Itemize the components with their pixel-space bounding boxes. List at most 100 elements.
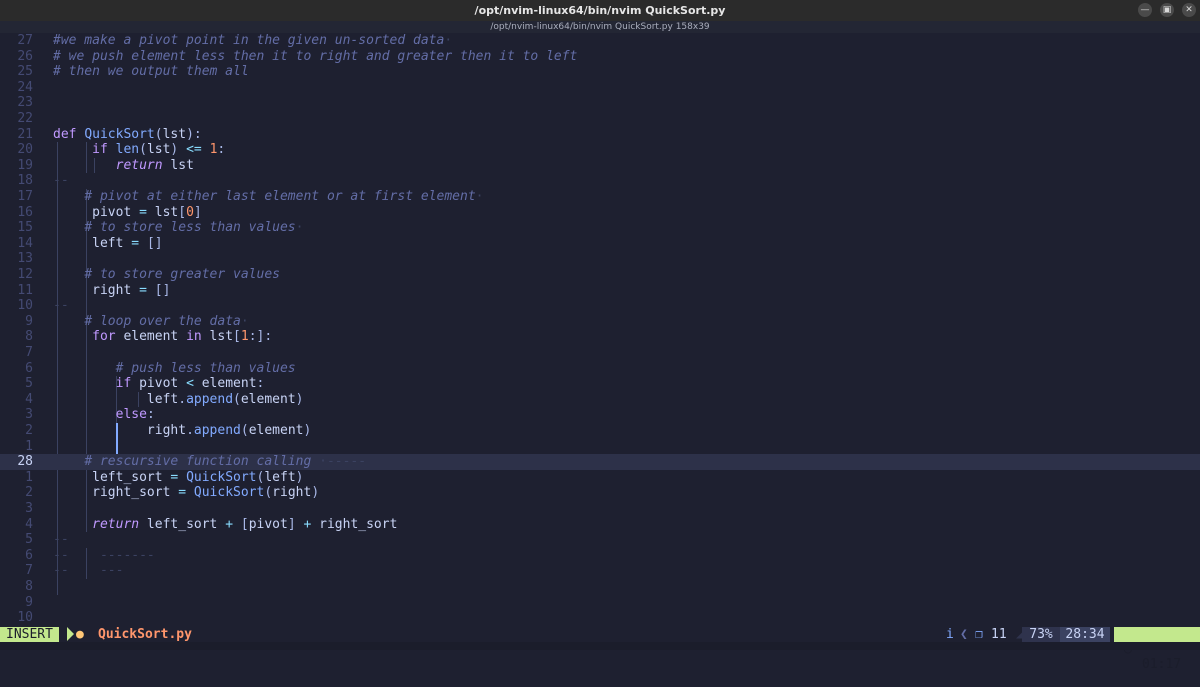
- line-number: 13: [17, 251, 33, 267]
- code-text[interactable]: # loop over the data·: [53, 314, 248, 330]
- code-line[interactable]: 15 # to store less than values·: [0, 220, 1200, 236]
- code-line[interactable]: 9: [0, 595, 1200, 611]
- code-line[interactable]: 1 left_sort = QuickSort(left): [0, 470, 1200, 486]
- code-text[interactable]: else:: [53, 407, 155, 423]
- code-line[interactable]: 13: [0, 251, 1200, 267]
- status-line: INSERT ● QuickSort.py i ❮ ❐ 11 ◢ 73% 28:…: [0, 627, 1200, 672]
- code-line[interactable]: 6 # push less than values: [0, 361, 1200, 377]
- code-line[interactable]: 12 # to store greater values: [0, 267, 1200, 283]
- code-line[interactable]: 26 # we push element less then it to righ…: [0, 49, 1200, 65]
- line-number: 15: [17, 220, 33, 236]
- code-text[interactable]: -- ---: [53, 563, 123, 579]
- code-line[interactable]: 8: [0, 579, 1200, 595]
- code-line[interactable]: 4 return left_sort + [pivot] + right_sor…: [0, 517, 1200, 533]
- code-text[interactable]: # to store greater values: [53, 267, 280, 283]
- line-number: 3: [25, 501, 33, 516]
- cursor-position: 28:34: [1060, 627, 1110, 642]
- code-text[interactable]: # pivot at either last element or at fir…: [53, 189, 483, 205]
- code-text[interactable]: left.append(element): [53, 392, 304, 408]
- code-line[interactable]: 18 --: [0, 173, 1200, 189]
- line-number: 4: [25, 516, 33, 532]
- code-text[interactable]: return lst: [53, 158, 194, 174]
- terminal-subtitle: /opt/nvim-linux64/bin/nvim QuickSort.py …: [0, 21, 1200, 33]
- line-number: 28: [17, 454, 33, 470]
- line-number: 10: [17, 610, 33, 626]
- code-text[interactable]: # push less than values: [53, 361, 296, 377]
- line-number: 20: [17, 142, 33, 158]
- code-line[interactable]: 10 --: [0, 298, 1200, 314]
- code-line[interactable]: 5 if pivot < element:: [0, 376, 1200, 392]
- code-text[interactable]: right.append(element): [53, 423, 311, 439]
- line-number: 7: [25, 563, 33, 579]
- code-text[interactable]: if len(lst) <= 1:: [53, 142, 225, 158]
- code-text[interactable]: for element in lst[1:]:: [53, 329, 272, 345]
- line-number: 26: [17, 48, 33, 64]
- line-number: 14: [17, 235, 33, 251]
- code-text[interactable]: #we make a pivot point in the given un-s…: [53, 33, 452, 49]
- code-line[interactable]: 21 def QuickSort(lst):: [0, 127, 1200, 143]
- line-number: 22: [17, 111, 33, 126]
- code-text[interactable]: return left_sort + [pivot] + right_sort: [53, 517, 397, 533]
- line-number: 11: [17, 282, 33, 298]
- editor-buffer[interactable]: 27 #we make a pivot point in the given un…: [0, 33, 1200, 627]
- restore-icon[interactable]: ▣: [1160, 3, 1174, 17]
- code-line[interactable]: 10: [0, 610, 1200, 626]
- code-text[interactable]: --: [53, 298, 69, 314]
- code-line[interactable]: 23: [0, 95, 1200, 111]
- command-line[interactable]: [0, 642, 1200, 650]
- close-icon[interactable]: ✕: [1182, 3, 1196, 17]
- code-line[interactable]: 2 right.append(element): [0, 423, 1200, 439]
- code-text[interactable]: left = []: [53, 236, 162, 252]
- code-text[interactable]: --: [53, 173, 69, 189]
- code-line[interactable]: 7: [0, 345, 1200, 361]
- code-line[interactable]: 27 #we make a pivot point in the given un…: [0, 33, 1200, 49]
- code-line[interactable]: 16 pivot = lst[0]: [0, 205, 1200, 221]
- code-line[interactable]: 25 # then we output them all: [0, 64, 1200, 80]
- line-number: 5: [25, 376, 33, 392]
- code-text[interactable]: def QuickSort(lst):: [53, 127, 202, 143]
- code-text[interactable]: right = []: [53, 283, 170, 299]
- line-number: 5: [25, 532, 33, 548]
- code-line[interactable]: 14 left = []: [0, 236, 1200, 252]
- code-line[interactable]: 8 for element in lst[1:]:: [0, 329, 1200, 345]
- minimize-icon[interactable]: —: [1138, 3, 1152, 17]
- code-text[interactable]: left_sort = QuickSort(left): [53, 470, 303, 486]
- code-line[interactable]: 2 right_sort = QuickSort(right): [0, 485, 1200, 501]
- code-line[interactable]: 24: [0, 80, 1200, 96]
- code-line[interactable]: 3 else:: [0, 407, 1200, 423]
- code-line[interactable]: 5 --: [0, 532, 1200, 548]
- mode-separator: [67, 627, 74, 641]
- mode-indicator: INSERT: [0, 627, 59, 642]
- code-line[interactable]: 22: [0, 111, 1200, 127]
- code-text[interactable]: --: [53, 532, 69, 548]
- current-line[interactable]: 28 # rescursive function calling ·-----: [0, 454, 1200, 470]
- line-number: 1: [25, 469, 33, 485]
- code-text[interactable]: # we push element less then it to right …: [53, 49, 577, 65]
- code-text[interactable]: pivot = lst[0]: [53, 205, 202, 221]
- code-text[interactable]: -- -------: [53, 548, 155, 564]
- code-line[interactable]: 4 left.append(element): [0, 392, 1200, 408]
- code-text[interactable]: right_sort = QuickSort(right): [53, 485, 319, 501]
- code-text[interactable]: # to store less than values·: [53, 220, 303, 236]
- window-titlebar: /opt/nvim-linux64/bin/nvim QuickSort.py …: [0, 0, 1200, 21]
- code-line[interactable]: 9 # loop over the data·: [0, 314, 1200, 330]
- code-text[interactable]: # then we output them all: [53, 64, 249, 80]
- line-number: 16: [17, 204, 33, 220]
- code-line[interactable]: 17 # pivot at either last element or at …: [0, 189, 1200, 205]
- code-line[interactable]: 3: [0, 501, 1200, 517]
- code-line[interactable]: 1: [0, 439, 1200, 455]
- line-number: 12: [17, 267, 33, 282]
- code-line[interactable]: 11 right = []: [0, 283, 1200, 299]
- line-number: 6: [25, 547, 33, 563]
- code-line[interactable]: 20 if len(lst) <= 1:: [0, 142, 1200, 158]
- code-line[interactable]: 19 return lst: [0, 158, 1200, 174]
- line-number: 17: [17, 189, 33, 204]
- code-line[interactable]: 6 -- -------: [0, 548, 1200, 564]
- code-line[interactable]: 7 -- ---: [0, 563, 1200, 579]
- line-number: 10: [17, 298, 33, 314]
- line-number: 4: [25, 391, 33, 407]
- info-symbol: i: [946, 627, 954, 642]
- code-text[interactable]: # rescursive function calling ·-----: [53, 454, 366, 470]
- code-text[interactable]: if pivot < element:: [53, 376, 265, 392]
- line-number: 18: [17, 173, 33, 189]
